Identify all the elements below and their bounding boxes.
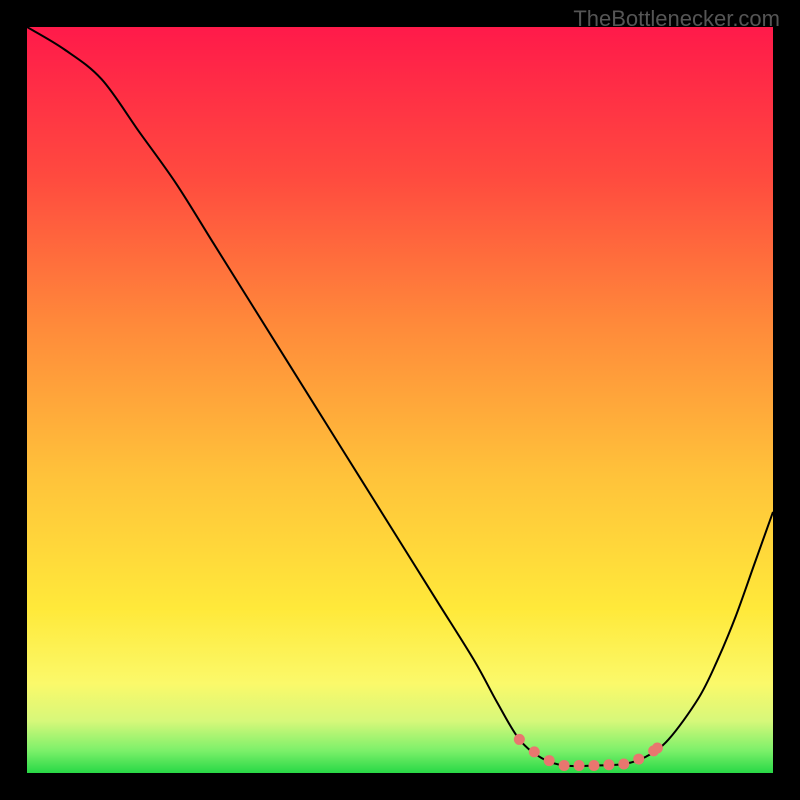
- optimal-marker: [514, 734, 525, 745]
- optimal-marker: [618, 759, 629, 770]
- optimal-marker: [633, 754, 644, 765]
- optimal-marker: [603, 759, 614, 770]
- chart-background: [27, 27, 773, 773]
- optimal-marker: [529, 746, 540, 757]
- bottleneck-chart: [27, 27, 773, 773]
- optimal-marker: [652, 743, 663, 754]
- optimal-marker: [559, 760, 570, 771]
- optimal-marker: [588, 760, 599, 771]
- optimal-marker: [544, 755, 555, 766]
- watermark-text: TheBottlenecker.com: [573, 6, 780, 32]
- optimal-marker: [574, 760, 585, 771]
- chart-frame: [27, 27, 773, 773]
